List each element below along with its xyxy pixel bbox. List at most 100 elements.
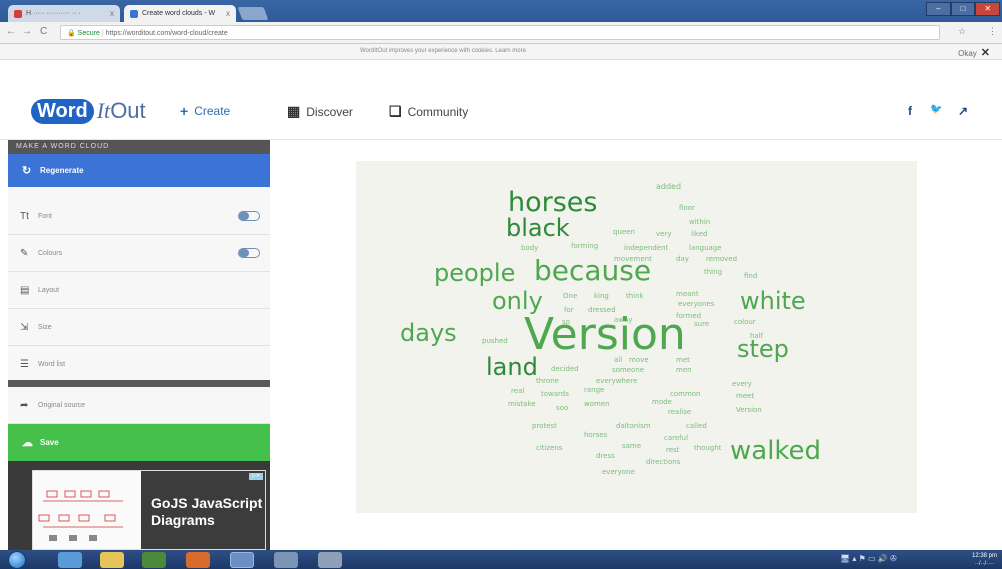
site-header: Word It Out + Create ▦ Discover ❏ Commun… — [0, 60, 1002, 140]
cloud-word: citizens — [536, 444, 563, 452]
cloud-word: people — [434, 259, 516, 287]
cloud-word: king — [594, 292, 609, 300]
start-button[interactable] — [8, 551, 26, 569]
browser-tab-2[interactable]: Create word clouds - W x — [124, 5, 236, 22]
new-tab-button[interactable] — [237, 7, 269, 20]
cloud-word: One — [563, 292, 578, 300]
system-tray[interactable]: 🖥 ▴ ⚑ ▭ 🔊 ✇ — [840, 554, 897, 563]
media-taskbar-icon[interactable] — [142, 552, 166, 568]
sidebar-item-label: Word list — [38, 360, 66, 368]
cloud-word: realise — [668, 408, 692, 416]
cloud-word: day — [676, 255, 689, 263]
cloud-word: added — [656, 182, 682, 191]
cloud-word: forming — [571, 242, 599, 250]
cloud-word: pushed — [482, 337, 508, 345]
app-taskbar-icon[interactable] — [274, 552, 298, 568]
cloud-word: removed — [706, 255, 738, 263]
brush-icon: ✎ — [20, 247, 29, 259]
cloud-word: met — [676, 356, 690, 364]
browser-tab-1[interactable]: H ····· ·········· ·· · x — [8, 5, 120, 22]
cloud-word: independent — [624, 244, 669, 252]
forward-icon[interactable]: → — [22, 26, 32, 37]
cloud-word: horses — [584, 431, 608, 439]
save-button[interactable]: ☁ Save — [8, 424, 270, 461]
font-toggle[interactable] — [238, 211, 260, 221]
colours-toggle[interactable] — [238, 248, 260, 258]
sidebar-item-word-list[interactable]: ☰ Word list — [8, 346, 270, 383]
lock-icon: 🔒 — [67, 30, 78, 37]
cloud-word: language — [689, 244, 722, 252]
site-logo[interactable]: Word It Out — [31, 96, 146, 126]
nav-discover[interactable]: ▦ Discover — [287, 103, 353, 120]
cloud-word: common — [670, 390, 701, 398]
menu-icon[interactable]: ⋮ — [988, 26, 997, 37]
cloud-word: someone — [612, 366, 645, 374]
ad-diagram-image — [33, 471, 141, 549]
cloud-word: all — [614, 356, 623, 364]
ad-choices-icon[interactable]: ▷✕ — [249, 473, 263, 480]
original-source-label: Original source — [38, 401, 86, 409]
ie-taskbar-icon[interactable] — [58, 552, 82, 568]
address-bar[interactable]: 🔒 Secure | https://worditout.com/word-cl… — [60, 25, 940, 40]
cloud-word: find — [744, 272, 758, 280]
tab-close-icon[interactable]: x — [226, 9, 230, 18]
clock-time: 12:38 pm — [972, 553, 998, 559]
sidebar-item-font[interactable]: Tt Font — [8, 198, 270, 235]
back-icon[interactable]: ← — [6, 26, 16, 37]
cloud-word: everyone — [602, 468, 635, 476]
windows-taskbar: 🖥 ▴ ⚑ ▭ 🔊 ✇ 12:38 pm ··/··/···· — [0, 550, 1002, 569]
nav-create-label: Create — [194, 104, 231, 118]
cloud-word: land — [486, 353, 538, 381]
reload-icon[interactable]: C — [40, 26, 47, 37]
original-source-button[interactable]: ➦ Original source — [8, 387, 270, 424]
browser-tab-strip: H ····· ·········· ·· · x Create word cl… — [0, 0, 1002, 22]
sidebar-item-layout[interactable]: ▤ Layout — [8, 272, 270, 309]
cloud-word: white — [740, 287, 806, 315]
app-taskbar-icon[interactable] — [318, 552, 342, 568]
cookie-accept[interactable]: Okay ✕ — [958, 46, 990, 59]
cloud-word: same — [622, 442, 642, 450]
resize-icon: ⇲ — [20, 321, 29, 333]
nav-community[interactable]: ❏ Community — [389, 103, 468, 120]
word-cloud: added horses floor within black queen ve… — [356, 161, 917, 513]
nav-community-label: Community — [407, 104, 469, 119]
tab-close-icon[interactable]: x — [110, 9, 114, 18]
close-window-button[interactable]: ✕ — [975, 2, 1001, 16]
save-label: Save — [40, 438, 59, 447]
arrow-icon: ➦ — [20, 399, 29, 411]
star-icon[interactable]: ☆ — [958, 26, 966, 37]
tab-title: Create word clouds - W — [142, 10, 216, 17]
twitter-icon[interactable]: 🐦 — [930, 104, 942, 115]
logo-word: Word — [31, 98, 94, 124]
cookie-ok-label[interactable]: Okay — [958, 49, 977, 58]
window-controls: – □ ✕ — [926, 2, 1001, 16]
cloud-word: meet — [736, 392, 755, 400]
advertisement[interactable]: GoJS JavaScript Diagrams ▷✕ — [32, 470, 266, 550]
firefox-taskbar-icon[interactable] — [186, 552, 210, 568]
refresh-icon: ↻ — [22, 165, 32, 177]
clock[interactable]: 12:38 pm ··/··/···· — [972, 552, 997, 568]
share-icon[interactable]: ↗ — [958, 104, 968, 118]
tab-favicon-icon — [14, 9, 22, 18]
cookie-message: WordItOut improves your experience with … — [360, 48, 526, 54]
cloud-word: everyones — [678, 300, 715, 308]
facebook-icon[interactable]: f — [908, 104, 912, 118]
nav-discover-label: Discover — [306, 104, 353, 119]
sidebar-item-size[interactable]: ⇲ Size — [8, 309, 270, 346]
cloud-word: Version — [524, 309, 686, 360]
nav-create[interactable]: + Create — [180, 103, 230, 119]
ad-headline[interactable]: GoJS JavaScript Diagrams — [141, 471, 265, 549]
minimize-button[interactable]: – — [926, 2, 951, 16]
clock-date: ··/··/···· — [974, 561, 995, 567]
cloud-icon: ☁ — [22, 437, 33, 449]
cloud-word: because — [534, 254, 652, 287]
sidebar-item-colours[interactable]: ✎ Colours — [8, 235, 270, 272]
cloud-word: towards — [541, 390, 569, 398]
close-icon[interactable]: ✕ — [981, 47, 990, 59]
maximize-button[interactable]: □ — [950, 2, 976, 16]
explorer-taskbar-icon[interactable] — [100, 552, 124, 568]
cloud-word: liked — [691, 230, 708, 238]
regenerate-button[interactable]: ↻ Regenerate — [8, 154, 270, 187]
cloud-word: walked — [730, 436, 822, 466]
chrome-taskbar-icon[interactable] — [230, 552, 254, 568]
